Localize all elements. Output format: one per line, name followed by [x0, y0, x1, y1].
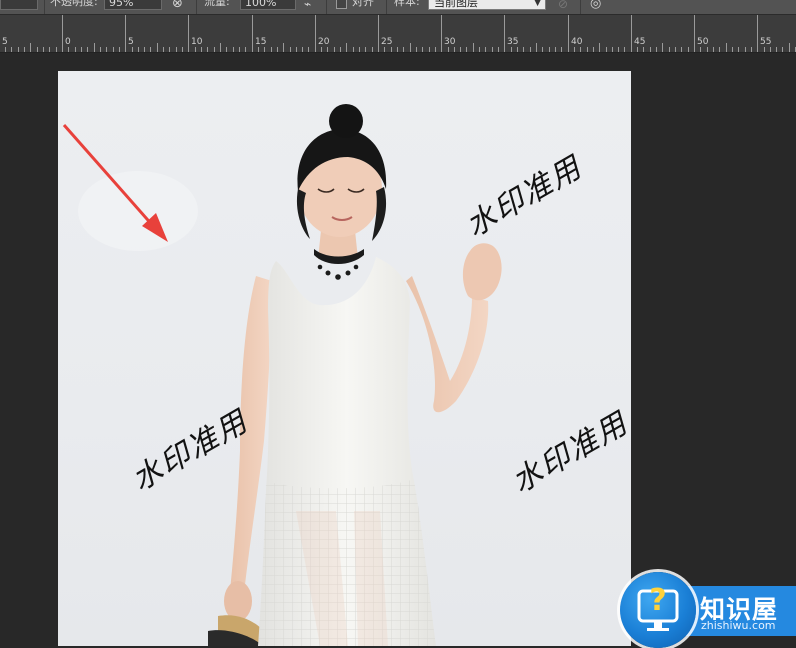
align-label: 对齐: [352, 0, 374, 8]
ruler-tick-label: 55: [760, 37, 772, 47]
right-hand: [462, 243, 502, 301]
ruler-tick-label: 5: [2, 37, 8, 47]
ruler-tick-label: 35: [507, 37, 519, 47]
sample-select-value: 当前图层: [434, 0, 478, 9]
ruler-tick-label: 45: [634, 37, 646, 47]
brush-preset-picker[interactable]: [0, 0, 38, 10]
ruler-tick-label: 20: [318, 37, 330, 47]
left-hand: [224, 581, 252, 621]
question-monitor-icon: ?: [620, 572, 696, 648]
separator: [580, 0, 581, 14]
logo-url: zhishiwu.com: [701, 619, 776, 632]
site-logo: ? 知识屋 zhishiwu.com: [620, 572, 796, 648]
ruler-tick-label: 10: [191, 37, 203, 47]
flow-label: 流量:: [204, 0, 230, 8]
ruler-tick-label: 25: [381, 37, 393, 47]
separator: [326, 0, 327, 14]
flow-field[interactable]: 100%: [240, 0, 296, 10]
choker-beads: [317, 264, 359, 280]
canvas-area[interactable]: 水印准用 水印准用 水印准用: [0, 53, 796, 646]
ignore-adjustment-icon[interactable]: ⊘: [558, 0, 568, 12]
ruler-tick-label: 30: [444, 37, 456, 47]
align-checkbox[interactable]: [336, 0, 347, 9]
ruler-tick-label: 40: [571, 37, 583, 47]
sample-label: 样本:: [394, 0, 420, 8]
separator: [44, 0, 45, 14]
tool-options-bar: 不透明度: 95% ⊗ 流量: 100% ⌁ 对齐 样本: 当前图层 ▼ ⊘ ◎: [0, 0, 796, 15]
ruler-tick-label: 15: [255, 37, 267, 47]
ruler-tick-label: 50: [697, 37, 709, 47]
ruler-ticks: [5, 15, 796, 52]
airbrush-icon[interactable]: ⌁: [304, 0, 311, 12]
sample-select[interactable]: 当前图层 ▼: [428, 0, 546, 10]
hair-bun: [329, 104, 363, 138]
horizontal-ruler[interactable]: 5 0 5 10 15 20 25 30 35 40 45 50 55: [0, 15, 796, 53]
document-image[interactable]: 水印准用 水印准用 水印准用: [58, 71, 631, 646]
chevron-down-icon: ▼: [534, 0, 541, 8]
pressure-size-icon[interactable]: ◎: [590, 0, 601, 12]
pressure-opacity-icon[interactable]: ⊗: [172, 0, 183, 12]
opacity-field[interactable]: 95%: [104, 0, 162, 10]
separator: [196, 0, 197, 14]
opacity-label: 不透明度:: [50, 0, 98, 8]
ruler-tick-label: 5: [128, 37, 134, 47]
ruler-tick-label: 0: [65, 37, 71, 47]
dress-mesh-hem: [258, 479, 436, 646]
separator: [386, 0, 387, 14]
